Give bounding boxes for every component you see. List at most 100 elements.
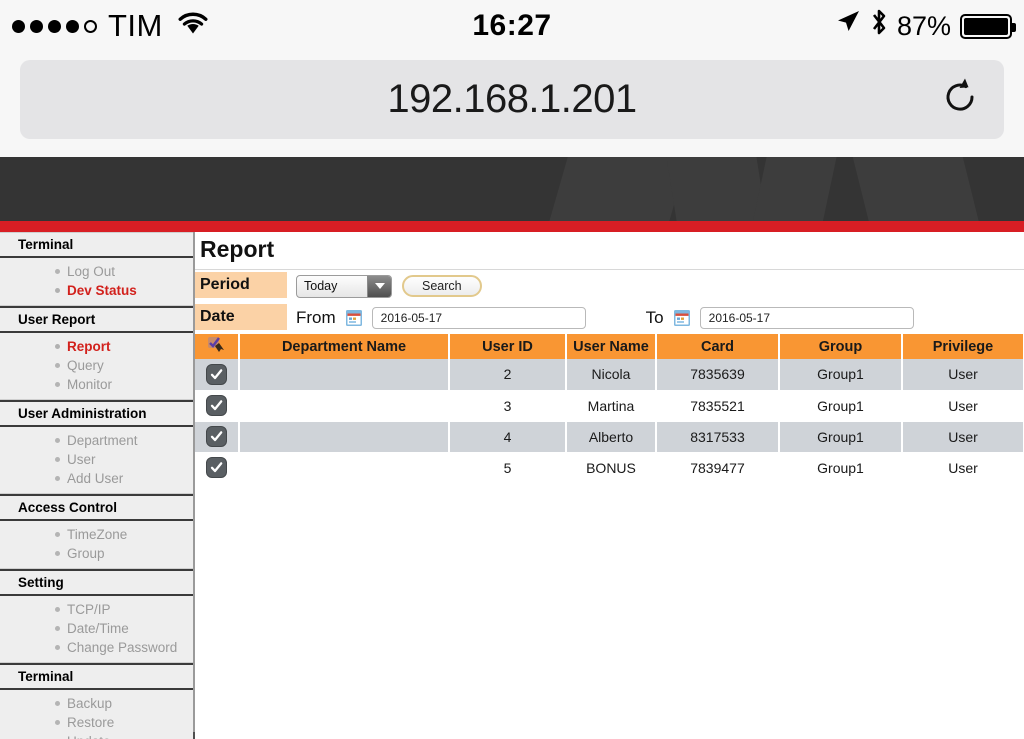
bullet-icon (55, 363, 60, 368)
bullet-icon (55, 720, 60, 725)
chevron-down-icon[interactable] (367, 275, 391, 297)
table-row[interactable]: 3 Martina 7835521 Group1 User (195, 390, 1024, 422)
ios-status-bar: TIM 16:27 87% (0, 0, 1024, 52)
site-banner (0, 157, 1024, 221)
sidebar-item-report[interactable]: Report (0, 337, 193, 356)
select-all-checkbox-icon[interactable] (195, 334, 240, 359)
cell-user-name: Alberto (566, 421, 657, 453)
page-body: Terminal Log Out Dev Status User Report Repo… (0, 232, 1024, 739)
bullet-icon (55, 382, 60, 387)
sidebar-item-label: Dev Status (67, 283, 137, 298)
period-select[interactable]: Today (296, 274, 392, 298)
sidebar-item-add-user[interactable]: Add User (0, 469, 193, 488)
from-label: From (296, 308, 336, 327)
cell-group: Group1 (779, 421, 903, 453)
date-from-value: 2016-05-17 (380, 311, 443, 325)
column-header-department-name[interactable]: Department Name (239, 334, 450, 359)
column-header-user-id[interactable]: User ID (449, 334, 567, 359)
sidebar-item-label: Change Password (67, 640, 178, 655)
sidebar-item-tcp-ip[interactable]: TCP/IP (0, 600, 193, 619)
column-header-privilege[interactable]: Privilege (902, 334, 1024, 359)
sidebar-item-restore[interactable]: Restore (0, 713, 193, 732)
cell-group: Group1 (779, 359, 903, 391)
row-checkbox[interactable] (195, 390, 240, 422)
sidebar-section-items: BackupRestoreUpdateDownloadOpen DoorRebo… (0, 690, 193, 739)
sidebar-section-items: TCP/IP Date/Time Change Password (0, 596, 193, 663)
sidebar-section-header: User Report (0, 306, 193, 333)
row-checkbox[interactable] (195, 452, 240, 484)
url-text: 192.168.1.201 (387, 77, 637, 121)
page-title: Report (195, 232, 1024, 270)
sidebar-item-query[interactable]: Query (0, 356, 193, 375)
sidebar-item-dev-status[interactable]: Dev Status (0, 281, 193, 300)
bullet-icon (55, 607, 60, 612)
bullet-icon (55, 269, 60, 274)
sidebar-item-label: Restore (67, 715, 115, 730)
sidebar-item-change-password[interactable]: Change Password (0, 638, 193, 657)
cell-card: 8317533 (656, 421, 780, 453)
sidebar-item-update[interactable]: Update (0, 732, 193, 739)
column-header-user-name[interactable]: User Name (566, 334, 657, 359)
bullet-icon (55, 532, 60, 537)
sidebar-item-date-time[interactable]: Date/Time (0, 619, 193, 638)
column-header-group[interactable]: Group (779, 334, 903, 359)
calendar-icon[interactable] (345, 310, 362, 326)
bullet-icon (55, 645, 60, 650)
sidebar-item-log-out[interactable]: Log Out (0, 262, 193, 281)
table-header-row: Department Name User ID User Name Card Group… (195, 334, 1024, 359)
sidebar-item-label: Report (67, 339, 111, 354)
sidebar-item-label: Date/Time (67, 621, 129, 636)
sidebar-section-header: User Administration (0, 400, 193, 427)
row-checkbox[interactable] (195, 421, 240, 453)
cell-privilege: User (902, 452, 1024, 484)
sidebar-section-header: Terminal (0, 232, 193, 258)
cell-user-name: Martina (566, 390, 657, 422)
sidebar-nav: Terminal Log Out Dev Status User Report Repo… (0, 232, 195, 739)
reload-icon[interactable] (938, 75, 982, 124)
main-content: Report Period Today Search Date From 201… (195, 232, 1024, 732)
cell-card: 7839477 (656, 452, 780, 484)
bullet-icon (55, 438, 60, 443)
sidebar-item-label: Backup (67, 696, 113, 711)
table-row[interactable]: 4 Alberto 8317533 Group1 User (195, 421, 1024, 453)
search-button-label: Search (422, 279, 462, 293)
sidebar-section-header: Terminal (0, 663, 193, 690)
date-to-input[interactable]: 2016-05-17 (699, 307, 914, 329)
cell-user-id: 3 (449, 390, 567, 422)
cell-department (239, 390, 450, 422)
date-to-value: 2016-05-17 (708, 311, 771, 325)
sidebar-item-label: TCP/IP (67, 602, 111, 617)
sidebar-item-label: Log Out (67, 264, 116, 279)
bullet-icon (55, 701, 60, 706)
period-select-value: Today (304, 279, 338, 293)
address-bar[interactable]: 192.168.1.201 (20, 60, 1004, 139)
sidebar-item-timezone[interactable]: TimeZone (0, 525, 193, 544)
cell-group: Group1 (779, 390, 903, 422)
sidebar-item-user[interactable]: User (0, 450, 193, 469)
battery-full-icon (960, 13, 1016, 39)
table-body: 2 Nicola 7835639 Group1 User 3 Martina 7835521 G… (195, 359, 1024, 484)
date-controls: From 2016-05-17 To 2016-05-17 (287, 307, 914, 329)
sidebar-item-group[interactable]: Group (0, 544, 193, 563)
table-row[interactable]: 2 Nicola 7835639 Group1 User (195, 359, 1024, 391)
date-from-input[interactable]: 2016-05-17 (371, 307, 586, 329)
sidebar-item-backup[interactable]: Backup (0, 694, 193, 713)
sidebar-section-header: Setting (0, 569, 193, 596)
row-checkbox[interactable] (195, 359, 240, 391)
cell-user-id: 5 (449, 452, 567, 484)
sidebar-item-label: User (67, 452, 96, 467)
date-label: Date (195, 304, 287, 332)
table-row[interactable]: 5 BONUS 7839477 Group1 User (195, 452, 1024, 484)
cell-privilege: User (902, 421, 1024, 453)
cell-privilege: User (902, 359, 1024, 391)
bullet-icon (55, 457, 60, 462)
sidebar-item-label: Add User (67, 471, 124, 486)
sidebar-item-department[interactable]: Department (0, 431, 193, 450)
column-header-card[interactable]: Card (656, 334, 780, 359)
search-button[interactable]: Search (402, 275, 482, 297)
calendar-icon[interactable] (673, 310, 690, 326)
clock: 16:27 (472, 9, 552, 42)
cell-department (239, 452, 450, 484)
sidebar-item-monitor[interactable]: Monitor (0, 375, 193, 394)
sidebar-item-label: Query (67, 358, 104, 373)
